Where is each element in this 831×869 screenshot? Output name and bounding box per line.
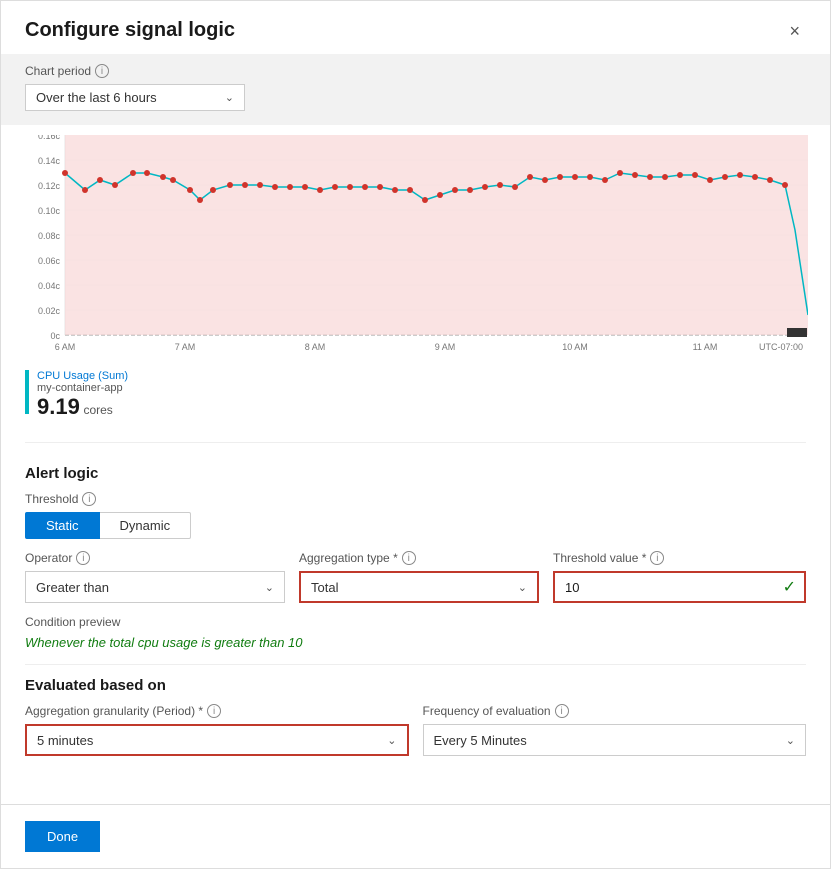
chart-legend: CPU Usage (Sum) my-container-app 9.19 co… bbox=[25, 370, 806, 420]
svg-text:0.08c: 0.08c bbox=[38, 231, 61, 241]
svg-text:10 AM: 10 AM bbox=[562, 342, 588, 352]
legend-unit: cores bbox=[83, 403, 112, 417]
chart-period-section: Chart period i Over the last 6 hours ⌄ bbox=[1, 54, 830, 125]
operator-chevron-icon: ⌄ bbox=[265, 581, 274, 594]
svg-text:0.02c: 0.02c bbox=[38, 306, 61, 316]
static-toggle-button[interactable]: Static bbox=[25, 512, 100, 539]
frequency-evaluation-field: Frequency of evaluation i Every 5 Minute… bbox=[423, 704, 807, 756]
svg-text:7 AM: 7 AM bbox=[175, 342, 196, 352]
configure-signal-logic-modal: Configure signal logic × Chart period i … bbox=[0, 0, 831, 869]
divider-1 bbox=[25, 442, 806, 443]
threshold-toggle-group: Static Dynamic bbox=[25, 512, 806, 539]
agg-type-info-icon[interactable]: i bbox=[402, 551, 416, 565]
svg-text:6 AM: 6 AM bbox=[55, 342, 76, 352]
chart-svg: 0.16c 0.14c 0.12c 0.10c 0.08c 0.06c 0.04… bbox=[25, 135, 808, 355]
threshold-value-label: Threshold value * i bbox=[553, 551, 806, 565]
evaluated-row: Aggregation granularity (Period) * i 5 m… bbox=[25, 704, 806, 756]
freq-label: Frequency of evaluation i bbox=[423, 704, 807, 718]
aggregation-type-dropdown[interactable]: Total ⌄ bbox=[299, 571, 539, 603]
aggregation-granularity-dropdown[interactable]: 5 minutes ⌄ bbox=[25, 724, 409, 756]
legend-value: 9.19 bbox=[37, 394, 80, 419]
svg-text:UTC-07:00: UTC-07:00 bbox=[759, 342, 803, 352]
threshold-value-field-group: Threshold value * i ✓ bbox=[553, 551, 806, 603]
aggregation-type-field-group: Aggregation type * i Total ⌄ bbox=[299, 551, 539, 603]
frequency-evaluation-dropdown[interactable]: Every 5 Minutes ⌄ bbox=[423, 724, 807, 756]
threshold-value-input[interactable] bbox=[555, 574, 783, 601]
done-button[interactable]: Done bbox=[25, 821, 100, 852]
chart-period-dropdown[interactable]: Over the last 6 hours ⌄ bbox=[25, 84, 245, 111]
chevron-down-icon: ⌄ bbox=[225, 91, 234, 104]
checkmark-icon: ✓ bbox=[783, 577, 804, 597]
svg-text:11 AM: 11 AM bbox=[693, 342, 718, 352]
threshold-info-icon[interactable]: i bbox=[82, 492, 96, 506]
threshold-value-input-wrap: ✓ bbox=[553, 571, 806, 603]
svg-text:0.04c: 0.04c bbox=[38, 281, 61, 291]
threshold-label: Threshold i bbox=[25, 492, 806, 506]
agg-gran-label: Aggregation granularity (Period) * i bbox=[25, 704, 409, 718]
alert-fields-row: Operator i Greater than ⌄ Aggregation ty… bbox=[25, 551, 806, 603]
condition-preview-text: Whenever the total cpu usage is greater … bbox=[25, 635, 806, 650]
evaluated-section-title: Evaluated based on bbox=[25, 677, 806, 694]
svg-text:0.14c: 0.14c bbox=[38, 156, 61, 166]
threshold-value-info-icon[interactable]: i bbox=[650, 551, 664, 565]
operator-field-group: Operator i Greater than ⌄ bbox=[25, 551, 285, 603]
operator-label: Operator i bbox=[25, 551, 285, 565]
svg-text:0c: 0c bbox=[50, 331, 60, 341]
modal-footer: Done bbox=[1, 804, 830, 868]
svg-text:9 AM: 9 AM bbox=[435, 342, 456, 352]
chart-container: 0.16c 0.14c 0.12c 0.10c 0.08c 0.06c 0.04… bbox=[25, 135, 806, 358]
close-button[interactable]: × bbox=[783, 20, 806, 42]
svg-text:8 AM: 8 AM bbox=[305, 342, 326, 352]
freq-chevron-icon: ⌄ bbox=[786, 734, 795, 747]
svg-text:0.12c: 0.12c bbox=[38, 181, 61, 191]
agg-type-chevron-icon: ⌄ bbox=[518, 581, 527, 594]
chart-period-label: Chart period i bbox=[25, 64, 806, 78]
condition-preview-section: Condition preview Whenever the total cpu… bbox=[25, 615, 806, 650]
agg-gran-chevron-icon: ⌄ bbox=[387, 734, 396, 747]
operator-dropdown[interactable]: Greater than ⌄ bbox=[25, 571, 285, 603]
modal-header: Configure signal logic × bbox=[1, 1, 830, 54]
svg-text:0.06c: 0.06c bbox=[38, 256, 61, 266]
alert-logic-section: Alert logic Threshold i Static Dynamic O… bbox=[1, 455, 830, 756]
svg-text:0.16c: 0.16c bbox=[38, 135, 61, 141]
evaluated-based-on-section: Evaluated based on Aggregation granulari… bbox=[25, 664, 806, 756]
svg-text:0.10c: 0.10c bbox=[38, 206, 61, 216]
legend-metric-name: CPU Usage (Sum) bbox=[37, 370, 128, 382]
operator-info-icon[interactable]: i bbox=[76, 551, 90, 565]
legend-resource-name: my-container-app bbox=[37, 382, 128, 394]
dynamic-toggle-button[interactable]: Dynamic bbox=[100, 512, 192, 539]
condition-preview-label: Condition preview bbox=[25, 615, 806, 629]
agg-gran-info-icon[interactable]: i bbox=[207, 704, 221, 718]
freq-info-icon[interactable]: i bbox=[555, 704, 569, 718]
aggregation-granularity-field: Aggregation granularity (Period) * i 5 m… bbox=[25, 704, 409, 756]
agg-type-label: Aggregation type * i bbox=[299, 551, 539, 565]
legend-text: CPU Usage (Sum) my-container-app 9.19 co… bbox=[37, 370, 128, 420]
chart-period-info-icon[interactable]: i bbox=[95, 64, 109, 78]
legend-color-bar bbox=[25, 370, 29, 414]
alert-logic-title: Alert logic bbox=[25, 465, 806, 482]
modal-title: Configure signal logic bbox=[25, 19, 235, 42]
